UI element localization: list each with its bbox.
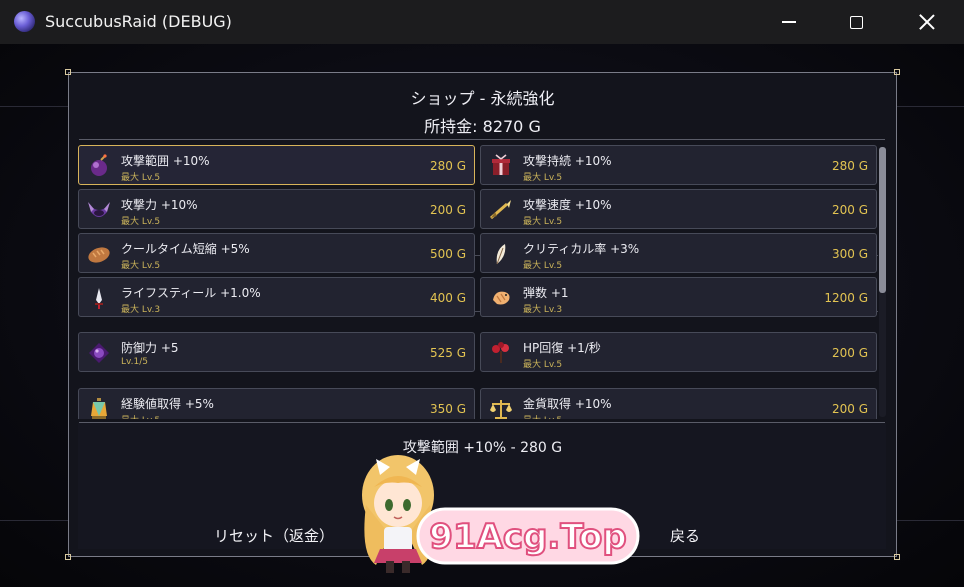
upgrade-level: 最大 Lv.5 <box>523 261 563 271</box>
panel-corner-ornament <box>894 69 900 75</box>
upgrade-level: 最大 Lv.5 <box>523 413 562 419</box>
upgrade-item[interactable]: 弾数 +1 最大 Lv.3 1200 G <box>480 277 877 317</box>
upgrade-name: 攻撃範囲 +10% <box>121 154 210 168</box>
upgrade-item[interactable]: HP回復 +1/秒最大 Lv.5 200 G <box>480 332 877 372</box>
upgrade-price: 525 G <box>429 346 466 360</box>
maximize-icon <box>849 15 863 29</box>
upgrade-price: 200 G <box>831 402 868 416</box>
blood-dagger-icon <box>95 288 103 309</box>
upgrade-level: 最大 Lv.5 <box>523 173 563 183</box>
upgrade-item[interactable]: 攻撃持続 +10% 最大 Lv.5 280 G <box>480 145 877 185</box>
upgrade-item[interactable]: 攻撃力 +10% 最大 Lv.5 200 G <box>78 189 475 229</box>
upgrade-level: 最大 Lv.5 <box>523 360 563 370</box>
upgrade-level: 最大 Lv.5 <box>121 413 160 419</box>
upgrade-price: 300 G <box>831 247 868 261</box>
upgrade-price: 500 G <box>429 247 466 261</box>
lantern-icon <box>91 398 107 419</box>
upgrade-name: 防御力 +5 <box>121 341 179 355</box>
upgrade-level: 最大 Lv.5 <box>121 217 161 227</box>
close-button[interactable] <box>904 0 950 44</box>
red-gift-box-icon <box>492 154 510 175</box>
golden-arrow-icon <box>490 200 511 220</box>
upgrade-item[interactable]: 経験値取得 +5% 最大 Lv.5 350 G <box>78 388 475 419</box>
upgrade-name: 攻撃持続 +10% <box>523 154 612 168</box>
upgrade-item[interactable]: 防御力 +5 Lv.1/5 525 G <box>78 332 475 372</box>
close-icon <box>919 14 935 30</box>
app-globe-icon <box>14 11 35 32</box>
upgrade-list[interactable]: 攻撃範囲 +10% 最大 Lv.5 280 G 攻撃持続 +10% 最大 Lv.5 280… <box>78 145 878 419</box>
minimize-button[interactable] <box>766 0 812 44</box>
golden-scale-icon <box>490 400 512 419</box>
minimize-icon <box>782 21 796 23</box>
chibi-girl-illustration <box>362 455 434 573</box>
upgrade-item[interactable]: ライフスティール +1.0% 最大 Lv.3 400 G <box>78 277 475 317</box>
upgrade-level: 最大 Lv.3 <box>523 305 563 315</box>
upgrade-item[interactable]: 金貨取得 +10% 最大 Lv.5 200 G <box>480 388 877 419</box>
back-button[interactable]: 戻る <box>670 525 700 546</box>
upgrade-item[interactable]: 攻撃範囲 +10% 最大 Lv.5 280 G <box>78 145 475 185</box>
purple-horned-helmet-icon <box>88 202 110 217</box>
window-title: SuccubusRaid (DEBUG) <box>45 12 232 31</box>
header-divider <box>79 139 885 140</box>
panel-corner-ornament <box>894 554 900 560</box>
upgrade-price: 200 G <box>429 203 466 217</box>
upgrade-level: Lv.1/5 <box>121 357 148 367</box>
purple-orb-icon <box>89 343 109 363</box>
purple-bomb-icon <box>91 154 107 176</box>
upgrade-name: 攻撃力 +10% <box>121 198 198 212</box>
upgrade-name: クールタイム短縮 +5% <box>121 242 250 256</box>
upgrade-item[interactable]: クールタイム短縮 +5% 最大 Lv.5 500 G <box>78 233 475 273</box>
upgrade-price: 200 G <box>831 346 868 360</box>
upgrade-list-scrollbar[interactable] <box>879 147 886 417</box>
upgrade-level: 最大 Lv.5 <box>523 217 563 227</box>
shrimp-icon <box>493 291 510 305</box>
upgrade-name: 経験値取得 +5% <box>121 397 214 411</box>
shop-title: ショップ - 永続強化 <box>410 89 555 108</box>
upgrade-name: 弾数 +1 <box>523 286 569 300</box>
upgrade-level: 最大 Lv.3 <box>121 305 161 315</box>
upgrade-name: HP回復 +1/秒 <box>523 341 601 355</box>
gold-amount: 所持金: 8270 G <box>424 117 541 136</box>
upgrade-price: 200 G <box>831 203 868 217</box>
upgrade-price: 1200 G <box>824 291 868 305</box>
upgrade-level: 最大 Lv.5 <box>121 261 161 271</box>
panel-corner-ornament <box>65 554 71 560</box>
red-flower-icon <box>492 342 509 363</box>
panel-corner-ornament <box>65 69 71 75</box>
upgrade-price: 280 G <box>429 159 466 173</box>
feather-quill-icon <box>496 244 506 265</box>
bread-loaf-icon <box>88 247 110 263</box>
upgrade-name: 金貨取得 +10% <box>523 397 612 411</box>
upgrade-price: 350 G <box>429 402 466 416</box>
watermark-text: 91Acg.Top <box>429 517 626 557</box>
scrollbar-thumb[interactable] <box>879 147 886 293</box>
upgrade-name: 攻撃速度 +10% <box>523 198 612 212</box>
upgrade-name: クリティカル率 +3% <box>523 242 640 256</box>
upgrade-price: 400 G <box>429 291 466 305</box>
watermark-overlay: 91Acg.Top <box>362 455 640 573</box>
upgrade-item[interactable]: 攻撃速度 +10% 最大 Lv.5 200 G <box>480 189 877 229</box>
upgrade-price: 280 G <box>831 159 868 173</box>
upgrade-name: ライフスティール +1.0% <box>121 286 261 300</box>
reset-refund-button[interactable]: リセット（返金） <box>214 525 334 546</box>
upgrade-item[interactable]: クリティカル率 +3% 最大 Lv.5 300 G <box>480 233 877 273</box>
upgrade-level: 最大 Lv.5 <box>121 173 161 183</box>
window-titlebar[interactable]: SuccubusRaid (DEBUG) <box>0 0 964 44</box>
maximize-button[interactable] <box>833 0 879 44</box>
